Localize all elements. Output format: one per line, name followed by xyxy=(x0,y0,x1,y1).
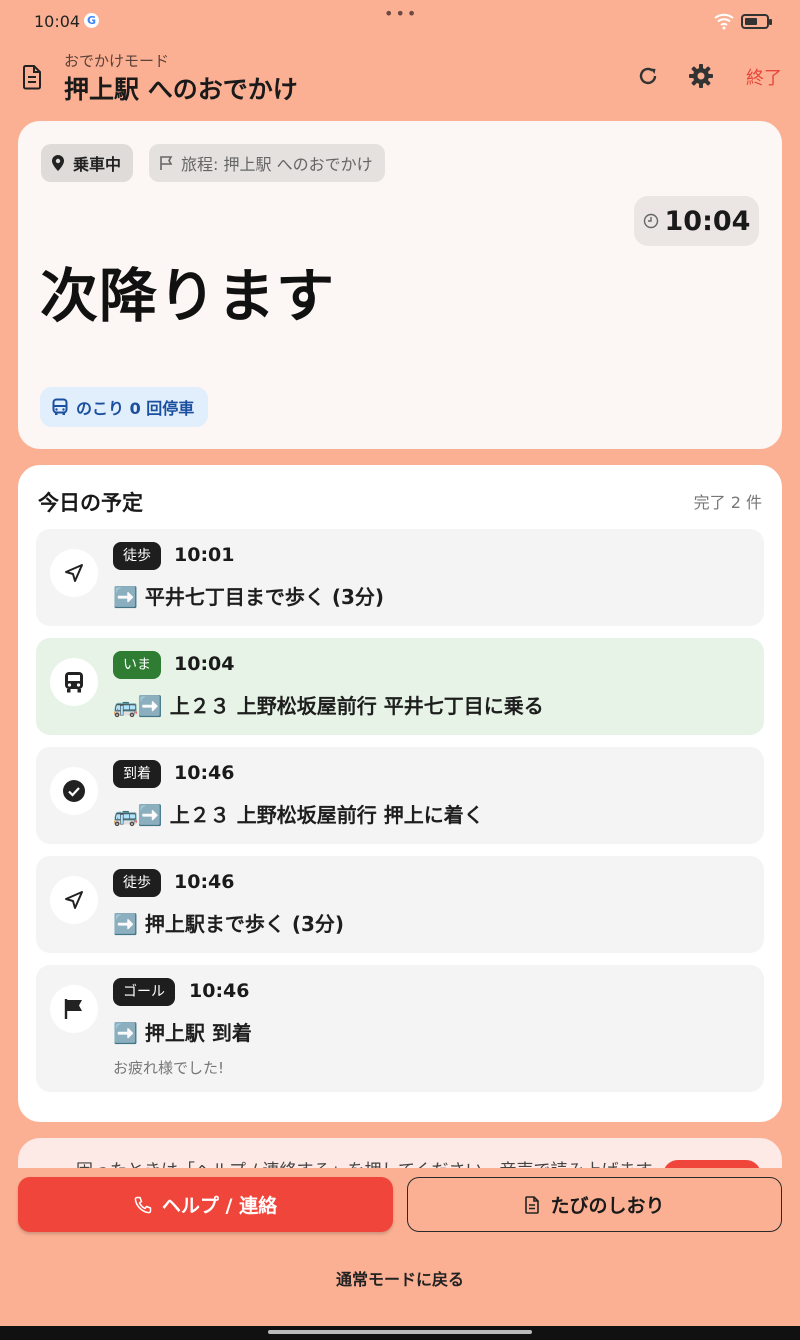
step-description: ➡️ 押上駅 到着 xyxy=(113,1021,252,1045)
schedule-title: 今日の予定 xyxy=(38,491,143,515)
schedule-step[interactable]: 徒歩 10:01 ➡️ 平井七丁目まで歩く (3分) xyxy=(36,529,764,626)
schedule-step-current[interactable]: いま 10:04 🚌➡️ 上２３ 上野松坂屋前行 平井七丁目に乗る xyxy=(36,638,764,735)
step-badge-goal: ゴール xyxy=(113,978,175,1006)
next-stop-message: 次降ります xyxy=(40,262,336,330)
flag-outline-icon xyxy=(160,156,173,170)
navigation-arrow-icon xyxy=(65,891,83,909)
wifi-icon xyxy=(714,13,734,30)
step-icon-circle xyxy=(50,658,98,706)
flag-icon xyxy=(64,999,82,1019)
status-time: 10:04 xyxy=(34,12,81,31)
step-time: 10:04 xyxy=(174,653,235,675)
info-banner-text: 困ったときは「ヘルプ / 連絡する」を押してください。音声で読み上げます xyxy=(76,1156,653,1168)
step-note: お疲れ様でした! xyxy=(113,1059,225,1077)
schedule-step[interactable]: 到着 10:46 🚌➡️ 上２３ 上野松坂屋前行 押上に着く xyxy=(36,747,764,844)
check-circle-icon xyxy=(63,780,85,802)
step-description: ➡️ 押上駅まで歩く (3分) xyxy=(113,912,345,936)
document-icon[interactable] xyxy=(20,64,44,90)
home-handle[interactable] xyxy=(268,1330,532,1334)
clock-icon xyxy=(643,213,658,229)
completed-count: 完了 2 件 xyxy=(693,493,762,512)
battery-icon xyxy=(741,14,772,29)
navigation-arrow-icon xyxy=(65,564,83,582)
help-contact-button[interactable]: ヘルプ / 連絡 xyxy=(18,1177,393,1232)
step-badge-now: いま xyxy=(113,651,161,679)
step-badge: 徒歩 xyxy=(113,542,161,570)
remaining-stops-label: のこり 0 回停車 xyxy=(76,399,195,418)
system-nav-bar xyxy=(0,1326,800,1340)
schedule-step-goal[interactable]: ゴール 10:46 ➡️ 押上駅 到着 お疲れ様でした! xyxy=(36,965,764,1092)
step-description: 🚌➡️ 上２３ 上野松坂屋前行 押上に着く xyxy=(113,803,484,827)
step-time: 10:01 xyxy=(174,544,235,566)
mode-subtitle: おでかけモード xyxy=(64,52,170,70)
bus-icon xyxy=(52,398,68,415)
google-icon: G xyxy=(84,13,99,28)
step-time: 10:46 xyxy=(174,871,235,893)
refresh-icon[interactable] xyxy=(636,64,660,88)
remaining-stops-chip: のこり 0 回停車 xyxy=(40,387,209,427)
end-button[interactable]: 終了 xyxy=(746,64,782,90)
step-icon-circle xyxy=(50,876,98,924)
document-icon xyxy=(525,1195,540,1214)
more-dots-icon[interactable]: ••• xyxy=(384,4,418,23)
read-aloud-button[interactable] xyxy=(663,1160,761,1168)
schedule-card: 今日の予定 完了 2 件 徒歩 10:01 ➡️ 平井七丁目まで歩く (3分) … xyxy=(18,465,782,1122)
help-info-banner: 困ったときは「ヘルプ / 連絡する」を押してください。音声で読み上げます xyxy=(18,1138,782,1168)
trip-chip[interactable]: 旅程: 押上駅 へのおでかけ xyxy=(149,144,385,182)
phone-icon xyxy=(134,1196,152,1213)
location-pin-icon xyxy=(52,155,64,171)
status-card: 乗車中 旅程: 押上駅 へのおでかけ 10:04 次降ります のこり 0 回停車 xyxy=(18,121,782,449)
page-title: 押上駅 へのおでかけ xyxy=(64,75,298,104)
guide-button-label: たびのしおり xyxy=(550,1195,665,1217)
step-time: 10:46 xyxy=(174,762,235,784)
status-bar: 10:04 G ••• xyxy=(0,0,800,44)
step-icon-circle xyxy=(50,767,98,815)
step-description: 🚌➡️ 上２３ 上野松坂屋前行 平井七丁目に乗る xyxy=(113,694,544,718)
bus-icon xyxy=(65,672,83,693)
travel-guide-button[interactable]: たびのしおり xyxy=(407,1177,782,1232)
current-time-box: 10:04 xyxy=(634,196,759,246)
step-icon-circle xyxy=(50,985,98,1033)
help-button-label: ヘルプ / 連絡 xyxy=(161,1195,278,1217)
riding-chip-label: 乗車中 xyxy=(73,155,122,174)
riding-status-chip: 乗車中 xyxy=(41,144,134,182)
settings-gear-icon[interactable] xyxy=(688,63,714,89)
step-description: ➡️ 平井七丁目まで歩く (3分) xyxy=(113,585,385,609)
back-to-normal-mode-link[interactable]: 通常モードに戻る xyxy=(0,1266,800,1290)
step-badge: 到着 xyxy=(113,760,161,788)
schedule-step[interactable]: 徒歩 10:46 ➡️ 押上駅まで歩く (3分) xyxy=(36,856,764,953)
app-bar: おでかけモード 押上駅 へのおでかけ 終了 xyxy=(0,44,800,114)
trip-chip-label: 旅程: 押上駅 へのおでかけ xyxy=(181,155,373,174)
step-icon-circle xyxy=(50,549,98,597)
step-time: 10:46 xyxy=(189,980,250,1002)
step-badge: 徒歩 xyxy=(113,869,161,897)
current-time: 10:04 xyxy=(664,205,751,237)
